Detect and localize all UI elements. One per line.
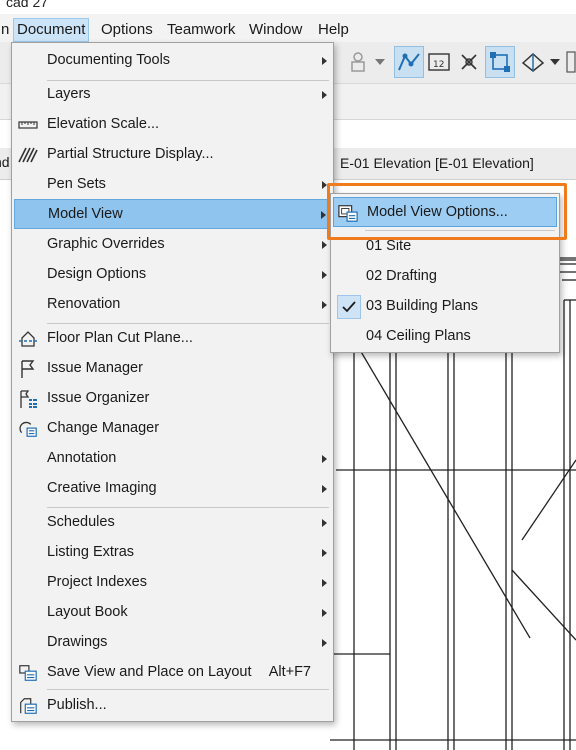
overflow-icon[interactable] <box>564 46 576 78</box>
menu-item-label: Pen Sets <box>47 176 106 192</box>
menu-item-label: Elevation Scale... <box>47 116 160 132</box>
menu-item-label: 04 Ceiling Plans <box>366 328 471 344</box>
submenu-arrow-icon <box>322 455 327 463</box>
menu-item-label: Layers <box>47 86 91 102</box>
menubar-item-partial[interactable]: n <box>0 18 12 42</box>
navigator-stub-label: nd <box>0 154 10 170</box>
grid-snap-icon[interactable] <box>485 46 515 78</box>
submenu-arrow-icon <box>322 271 327 279</box>
menu-item-label: 03 Building Plans <box>366 298 479 314</box>
menu-item-label: Issue Organizer <box>47 390 150 406</box>
submenu-arrow-icon <box>322 519 327 527</box>
menu-item-design-options[interactable]: Design Options <box>14 260 331 290</box>
publish-icon <box>18 696 38 716</box>
user-lock-icon[interactable] <box>343 46 373 78</box>
menu-item-label: Renovation <box>47 296 121 312</box>
menu-item-change-manager[interactable]: Change Manager <box>14 414 331 444</box>
3d-view-icon[interactable] <box>518 46 548 78</box>
menu-item-label: Model View <box>48 206 123 222</box>
menu-item-issue-manager[interactable]: Issue Manager <box>14 354 331 384</box>
menu-item-annotation[interactable]: Annotation <box>14 444 331 474</box>
menu-item-label: Drawings <box>47 634 108 650</box>
submenu-arrow-icon <box>322 57 327 65</box>
menu-item-shortcut: Alt+F7 <box>268 664 311 680</box>
submenu-arrow-icon <box>322 579 327 587</box>
menubar-item-document[interactable]: Document <box>13 18 90 42</box>
menu-item-save-view-and-place-on-layout[interactable]: Save View and Place on Layout Alt+F7 <box>14 658 331 688</box>
menu-item-label: 01 Site <box>366 238 412 254</box>
menubar-item-help[interactable]: Help <box>315 18 352 42</box>
submenu-arrow-icon <box>321 211 326 219</box>
checkmark-icon <box>337 295 361 319</box>
chevron-down-icon[interactable] <box>548 46 562 78</box>
menu-separator <box>47 689 329 690</box>
menu-item-label: Creative Imaging <box>47 480 157 496</box>
menu-item-label: Listing Extras <box>47 544 135 560</box>
cross-snap-icon[interactable] <box>454 46 484 78</box>
menu-item-schedules[interactable]: Schedules <box>14 508 331 538</box>
menubar-item-teamwork[interactable]: Teamwork <box>164 18 238 42</box>
menu-item-02-drafting[interactable]: 02 Drafting <box>333 262 557 292</box>
submenu-arrow-icon <box>322 549 327 557</box>
menubar-item-window[interactable]: Window <box>246 18 305 42</box>
menu-item-layout-book[interactable]: Layout Book <box>14 598 331 628</box>
menu-item-publish[interactable]: Publish... <box>14 691 331 721</box>
issue-manager-icon <box>18 359 38 379</box>
submenu-arrow-icon <box>322 241 327 249</box>
document-menu: Documenting Tools Layers Elevation Scale… <box>11 42 334 722</box>
menu-item-elevation-scale[interactable]: Elevation Scale... <box>14 110 331 140</box>
menu-item-renovation[interactable]: Renovation <box>14 290 331 320</box>
submenu-arrow-icon <box>322 609 327 617</box>
submenu-arrow-icon <box>322 91 327 99</box>
window-title: cad 27 <box>6 0 49 10</box>
menu-item-partial-structure-display[interactable]: Partial Structure Display... <box>14 140 331 170</box>
submenu-arrow-icon <box>322 639 327 647</box>
menu-item-label: Layout Book <box>47 604 128 620</box>
menu-item-model-view[interactable]: Model View <box>14 199 331 229</box>
dimension-icon[interactable]: 12 <box>424 46 454 78</box>
menu-item-issue-organizer[interactable]: Issue Organizer <box>14 384 331 414</box>
menu-item-03-building-plans[interactable]: 03 Building Plans <box>333 292 557 322</box>
menu-item-04-ceiling-plans[interactable]: 04 Ceiling Plans <box>333 322 557 352</box>
menu-item-graphic-overrides[interactable]: Graphic Overrides <box>14 230 331 260</box>
save-view-place-icon <box>18 663 38 683</box>
menu-item-label: 02 Drafting <box>366 268 437 284</box>
chevron-down-icon[interactable] <box>372 46 388 78</box>
menu-item-label: Change Manager <box>47 420 160 436</box>
issue-organizer-icon <box>18 389 38 409</box>
submenu-arrow-icon <box>322 301 327 309</box>
menubar-item-options[interactable]: Options <box>98 18 156 42</box>
menu-item-label: Issue Manager <box>47 360 143 376</box>
svg-text:12: 12 <box>433 60 444 70</box>
menu-item-documenting-tools[interactable]: Documenting Tools <box>14 46 331 76</box>
highlight-annotation-box <box>327 183 567 240</box>
partial-structure-icon <box>18 145 38 165</box>
menu-item-label: Annotation <box>47 450 117 466</box>
menu-bar: n Document Options Teamwork Window Help <box>0 14 576 42</box>
title-bar: cad 27 <box>0 0 576 14</box>
menu-item-label: Partial Structure Display... <box>47 146 214 162</box>
menu-item-layers[interactable]: Layers <box>14 80 331 110</box>
tab-elevation[interactable]: E-01 Elevation [E-01 Elevation] <box>340 155 534 171</box>
snap-guides-icon[interactable] <box>394 46 424 78</box>
elevation-scale-icon <box>18 115 38 135</box>
menu-item-label: Schedules <box>47 514 115 530</box>
menu-item-project-indexes[interactable]: Project Indexes <box>14 568 331 598</box>
menu-item-creative-imaging[interactable]: Creative Imaging <box>14 474 331 504</box>
submenu-arrow-icon <box>322 485 327 493</box>
menu-item-listing-extras[interactable]: Listing Extras <box>14 538 331 568</box>
menu-item-label: Graphic Overrides <box>47 236 165 252</box>
menu-item-floor-plan-cut-plane[interactable]: Floor Plan Cut Plane... <box>14 324 331 354</box>
menu-item-drawings[interactable]: Drawings <box>14 628 331 658</box>
menu-item-label: Design Options <box>47 266 147 282</box>
menu-item-label: Floor Plan Cut Plane... <box>47 330 193 346</box>
floor-plan-cut-plane-icon <box>18 329 38 349</box>
menu-item-label: Publish... <box>47 697 107 713</box>
menu-item-label: Save View and Place on Layout <box>47 664 252 680</box>
menu-item-label: Project Indexes <box>47 574 147 590</box>
change-manager-icon <box>18 419 38 439</box>
menu-item-label: Documenting Tools <box>47 52 171 68</box>
menu-item-pen-sets[interactable]: Pen Sets <box>14 170 331 200</box>
